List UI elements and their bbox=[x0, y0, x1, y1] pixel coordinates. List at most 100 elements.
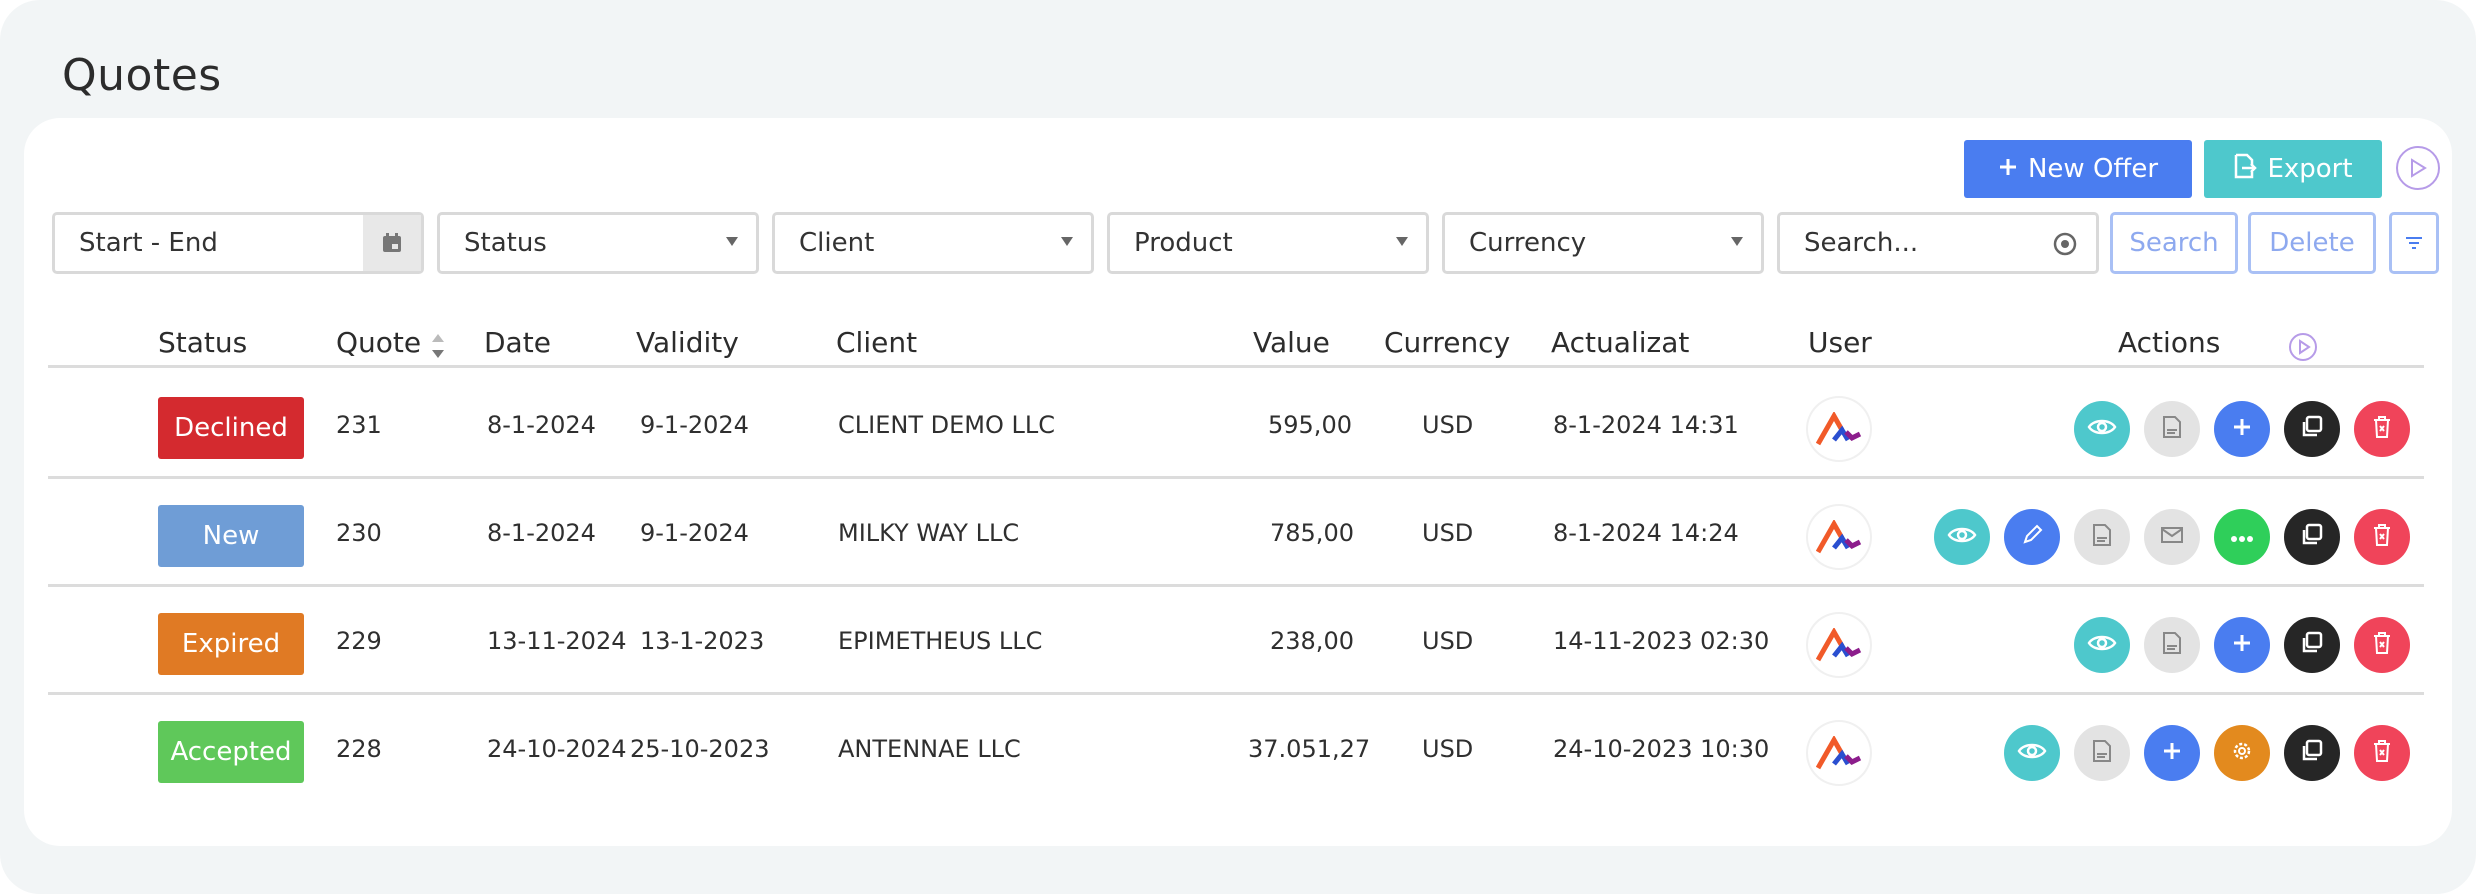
table-row[interactable]: Expired 229 13-11-2024 13-1-2023 EPIMETH… bbox=[48, 587, 2424, 695]
sort-icon[interactable] bbox=[430, 332, 446, 364]
quote-validity: 25-10-2023 bbox=[630, 735, 770, 763]
quote-validity: 13-1-2023 bbox=[640, 627, 765, 655]
client-name[interactable]: EPIMETHEUS LLC bbox=[838, 627, 1042, 655]
export-label: Export bbox=[2267, 154, 2353, 184]
filter-toggle-button[interactable] bbox=[2389, 212, 2439, 274]
view-button[interactable] bbox=[2074, 617, 2130, 673]
quote-validity: 9-1-2024 bbox=[640, 519, 749, 547]
table-row[interactable]: New 230 8-1-2024 9-1-2024 MILKY WAY LLC … bbox=[48, 479, 2424, 587]
duplicate-button[interactable] bbox=[2284, 725, 2340, 781]
copy-icon bbox=[2300, 739, 2324, 767]
delete-row-button[interactable] bbox=[2354, 617, 2410, 673]
pdf-icon bbox=[2162, 415, 2182, 443]
header-date[interactable]: Date bbox=[484, 326, 551, 359]
eye-icon bbox=[2017, 741, 2047, 765]
pdf-button[interactable] bbox=[2144, 617, 2200, 673]
view-button[interactable] bbox=[1934, 509, 1990, 565]
plus-icon bbox=[2232, 633, 2252, 657]
currency-filter-label: Currency bbox=[1469, 228, 1587, 258]
view-button[interactable] bbox=[2074, 401, 2130, 457]
quote-date: 13-11-2024 bbox=[487, 627, 627, 655]
page-background: Quotes New Offer Export Start - End Stat… bbox=[0, 0, 2476, 894]
client-name[interactable]: MILKY WAY LLC bbox=[838, 519, 1019, 547]
copy-icon bbox=[2300, 523, 2324, 551]
quote-currency: USD bbox=[1422, 411, 1474, 439]
quote-validity: 9-1-2024 bbox=[640, 411, 749, 439]
new-offer-button[interactable]: New Offer bbox=[1964, 140, 2192, 198]
calendar-icon[interactable] bbox=[363, 215, 421, 271]
add-button[interactable] bbox=[2214, 617, 2270, 673]
edit-button[interactable] bbox=[2004, 509, 2060, 565]
delete-row-button[interactable] bbox=[2354, 725, 2410, 781]
header-quote[interactable]: Quote bbox=[336, 326, 421, 359]
client-name[interactable]: ANTENNAE LLC bbox=[838, 735, 1021, 763]
duplicate-button[interactable] bbox=[2284, 509, 2340, 565]
header-value[interactable]: Value bbox=[1253, 326, 1330, 359]
chevron-down-icon bbox=[1396, 237, 1408, 246]
trash-icon bbox=[2371, 523, 2393, 551]
updated-at: 8-1-2024 14:31 bbox=[1553, 411, 1739, 439]
avatar[interactable] bbox=[1808, 614, 1870, 676]
date-range-filter[interactable]: Start - End bbox=[52, 212, 424, 274]
play-tutorial-button[interactable] bbox=[2396, 146, 2440, 190]
header-actions: Actions bbox=[2118, 326, 2221, 359]
pdf-button[interactable] bbox=[2074, 725, 2130, 781]
quote-value: 595,00 bbox=[1268, 411, 1352, 439]
table-header: Status Quote Date Validity Client Value … bbox=[48, 318, 2424, 368]
search-button[interactable]: Search bbox=[2110, 212, 2238, 274]
client-filter-label: Client bbox=[799, 228, 875, 258]
status-filter[interactable]: Status bbox=[437, 212, 759, 274]
gear-icon bbox=[2230, 739, 2254, 767]
delete-row-button[interactable] bbox=[2354, 401, 2410, 457]
play-icon[interactable] bbox=[2288, 332, 2318, 366]
add-button[interactable] bbox=[2144, 725, 2200, 781]
quote-date: 8-1-2024 bbox=[487, 411, 596, 439]
email-button[interactable] bbox=[2144, 509, 2200, 565]
eye-icon bbox=[1947, 525, 1977, 549]
header-client[interactable]: Client bbox=[836, 326, 917, 359]
add-button[interactable] bbox=[2214, 401, 2270, 457]
avatar[interactable] bbox=[1808, 722, 1870, 784]
quote-value: 785,00 bbox=[1270, 519, 1354, 547]
eye-icon bbox=[2087, 417, 2117, 441]
duplicate-button[interactable] bbox=[2284, 401, 2340, 457]
delete-row-button[interactable] bbox=[2354, 509, 2410, 565]
chevron-down-icon bbox=[726, 237, 738, 246]
export-icon bbox=[2233, 153, 2258, 186]
avatar[interactable] bbox=[1808, 506, 1870, 568]
client-filter[interactable]: Client bbox=[772, 212, 1094, 274]
plus-icon bbox=[2162, 741, 2182, 765]
quote-value: 238,00 bbox=[1270, 627, 1354, 655]
clear-search-icon[interactable] bbox=[2052, 231, 2078, 264]
status-badge: Declined bbox=[158, 397, 304, 459]
product-filter[interactable]: Product bbox=[1107, 212, 1429, 274]
delete-button[interactable]: Delete bbox=[2248, 212, 2376, 274]
quote-date: 24-10-2024 bbox=[487, 735, 627, 763]
pdf-button[interactable] bbox=[2144, 401, 2200, 457]
avatar[interactable] bbox=[1808, 398, 1870, 460]
quote-value: 37.051,27 bbox=[1248, 735, 1371, 763]
table-row[interactable]: Accepted 228 24-10-2024 25-10-2023 ANTEN… bbox=[48, 695, 2424, 803]
search-placeholder: Search... bbox=[1804, 228, 1919, 258]
header-status[interactable]: Status bbox=[158, 326, 247, 359]
table-row[interactable]: Declined 231 8-1-2024 9-1-2024 CLIENT DE… bbox=[48, 371, 2424, 479]
quotes-card: New Offer Export Start - End Status Clie… bbox=[24, 118, 2452, 846]
settings-button[interactable] bbox=[2214, 725, 2270, 781]
status-badge: Accepted bbox=[158, 721, 304, 783]
search-input[interactable]: Search... bbox=[1777, 212, 2099, 274]
header-currency[interactable]: Currency bbox=[1384, 326, 1510, 359]
export-button[interactable]: Export bbox=[2204, 140, 2382, 198]
currency-filter[interactable]: Currency bbox=[1442, 212, 1764, 274]
quote-number: 228 bbox=[336, 735, 382, 763]
header-updated[interactable]: Actualizat bbox=[1551, 326, 1689, 359]
header-validity[interactable]: Validity bbox=[636, 326, 739, 359]
header-user[interactable]: User bbox=[1808, 326, 1872, 359]
trash-icon bbox=[2371, 631, 2393, 659]
duplicate-button[interactable] bbox=[2284, 617, 2340, 673]
client-name[interactable]: CLIENT DEMO LLC bbox=[838, 411, 1055, 439]
view-button[interactable] bbox=[2004, 725, 2060, 781]
more-button[interactable] bbox=[2214, 509, 2270, 565]
updated-at: 14-11-2023 02:30 bbox=[1553, 627, 1770, 655]
plus-icon bbox=[1998, 154, 2018, 184]
pdf-button[interactable] bbox=[2074, 509, 2130, 565]
